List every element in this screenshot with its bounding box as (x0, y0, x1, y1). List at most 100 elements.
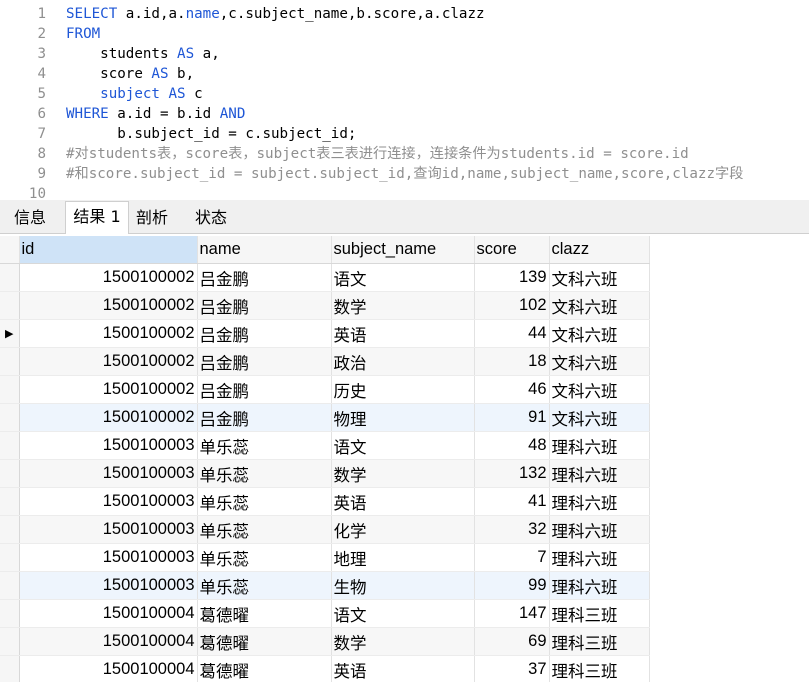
cell-name[interactable]: 吕金鹏 (197, 347, 332, 376)
cell-score[interactable]: 37 (474, 655, 550, 682)
cell-subject-name[interactable]: 生物 (331, 571, 475, 600)
cell-name[interactable]: 单乐蕊 (197, 571, 332, 600)
cell-score[interactable]: 48 (474, 431, 550, 460)
column-header-name[interactable]: name (197, 236, 332, 264)
row-indicator[interactable] (0, 403, 20, 432)
cell-clazz[interactable]: 理科六班 (549, 543, 650, 572)
cell-name[interactable]: 吕金鹏 (197, 319, 332, 348)
cell-clazz[interactable]: 理科六班 (549, 487, 650, 516)
cell-score[interactable]: 139 (474, 263, 550, 292)
cell-id[interactable]: 1500100003 (19, 571, 198, 600)
tab-info[interactable]: 信息 (4, 203, 56, 232)
code-line[interactable]: 10 (0, 184, 809, 200)
cell-id[interactable]: 1500100004 (19, 599, 198, 628)
cell-score[interactable]: 132 (474, 459, 550, 488)
table-row[interactable]: 1500100003 单乐蕊 英语 41 理科六班 (0, 487, 650, 516)
row-indicator[interactable] (0, 515, 20, 544)
cell-name[interactable]: 葛德曜 (197, 599, 332, 628)
cell-score[interactable]: 32 (474, 515, 550, 544)
cell-name[interactable]: 吕金鹏 (197, 291, 332, 320)
cell-name[interactable]: 葛德曜 (197, 655, 332, 682)
cell-subject-name[interactable]: 物理 (331, 403, 475, 432)
column-header-score[interactable]: score (474, 236, 550, 264)
table-row[interactable]: 1500100003 单乐蕊 化学 32 理科六班 (0, 515, 650, 544)
cell-clazz[interactable]: 文科六班 (549, 291, 650, 320)
cell-id[interactable]: 1500100002 (19, 291, 198, 320)
table-row[interactable]: 1500100004 葛德曜 数学 69 理科三班 (0, 627, 650, 656)
code-line[interactable]: 5 subject AS c (0, 84, 809, 104)
cell-id[interactable]: 1500100003 (19, 543, 198, 572)
row-indicator[interactable] (0, 291, 20, 320)
cell-clazz[interactable]: 理科三班 (549, 627, 650, 656)
tab-profile[interactable]: 剖析 (128, 203, 176, 232)
table-row[interactable]: 1500100003 单乐蕊 数学 132 理科六班 (0, 459, 650, 488)
cell-score[interactable]: 44 (474, 319, 550, 348)
table-row[interactable]: 1500100002 吕金鹏 语文 139 文科六班 (0, 263, 650, 292)
cell-clazz[interactable]: 文科六班 (549, 347, 650, 376)
tab-status[interactable]: 状态 (184, 203, 238, 232)
cell-subject-name[interactable]: 语文 (331, 431, 475, 460)
cell-id[interactable]: 1500100003 (19, 431, 198, 460)
cell-name[interactable]: 吕金鹏 (197, 263, 332, 292)
table-row[interactable]: 1500100002 吕金鹏 数学 102 文科六班 (0, 291, 650, 320)
cell-score[interactable]: 69 (474, 627, 550, 656)
cell-name[interactable]: 单乐蕊 (197, 431, 332, 460)
row-indicator[interactable] (0, 459, 20, 488)
cell-clazz[interactable]: 文科六班 (549, 375, 650, 404)
cell-name[interactable]: 单乐蕊 (197, 543, 332, 572)
cell-id[interactable]: 1500100002 (19, 403, 198, 432)
cell-id[interactable]: 1500100004 (19, 627, 198, 656)
table-row[interactable]: 1500100002 吕金鹏 政治 18 文科六班 (0, 347, 650, 376)
cell-name[interactable]: 葛德曜 (197, 627, 332, 656)
column-header-subject-name[interactable]: subject_name (331, 236, 475, 264)
table-row[interactable]: 1500100002 吕金鹏 物理 91 文科六班 (0, 403, 650, 432)
cell-clazz[interactable]: 理科六班 (549, 459, 650, 488)
code-line[interactable]: 2 FROM (0, 24, 809, 44)
table-row[interactable]: 1500100003 单乐蕊 语文 48 理科六班 (0, 431, 650, 460)
cell-clazz[interactable]: 文科六班 (549, 263, 650, 292)
cell-name[interactable]: 单乐蕊 (197, 487, 332, 516)
code-line[interactable]: 7 b.subject_id = c.subject_id; (0, 124, 809, 144)
current-row-indicator-icon[interactable]: ▶ (0, 319, 20, 348)
cell-id[interactable]: 1500100002 (19, 347, 198, 376)
cell-subject-name[interactable]: 英语 (331, 319, 475, 348)
cell-score[interactable]: 99 (474, 571, 550, 600)
cell-score[interactable]: 91 (474, 403, 550, 432)
cell-subject-name[interactable]: 地理 (331, 543, 475, 572)
cell-clazz[interactable]: 理科三班 (549, 655, 650, 682)
cell-id[interactable]: 1500100002 (19, 375, 198, 404)
cell-id[interactable]: 1500100002 (19, 263, 198, 292)
cell-id[interactable]: 1500100003 (19, 487, 198, 516)
cell-clazz[interactable]: 理科六班 (549, 515, 650, 544)
column-header-clazz[interactable]: clazz (549, 236, 650, 264)
table-row[interactable]: 1500100003 单乐蕊 生物 99 理科六班 (0, 571, 650, 600)
cell-score[interactable]: 41 (474, 487, 550, 516)
cell-name[interactable]: 吕金鹏 (197, 403, 332, 432)
cell-id[interactable]: 1500100003 (19, 515, 198, 544)
row-indicator[interactable] (0, 487, 20, 516)
code-line[interactable]: 9 #和score.subject_id = subject.subject_id… (0, 164, 809, 184)
cell-name[interactable]: 单乐蕊 (197, 515, 332, 544)
code-line[interactable]: 8 #对students表，score表，subject表三表进行连接，连接条件为… (0, 144, 809, 164)
cell-clazz[interactable]: 理科三班 (549, 599, 650, 628)
row-indicator[interactable] (0, 347, 20, 376)
row-indicator[interactable] (0, 655, 20, 682)
table-row[interactable]: 1500100002 吕金鹏 历史 46 文科六班 (0, 375, 650, 404)
row-indicator[interactable] (0, 543, 20, 572)
cell-clazz[interactable]: 文科六班 (549, 403, 650, 432)
row-indicator[interactable] (0, 599, 20, 628)
sql-editor[interactable]: 1 SELECT a.id,a.name,c.subject_name,b.sco… (0, 0, 809, 200)
cell-subject-name[interactable]: 化学 (331, 515, 475, 544)
table-row[interactable]: 1500100004 葛德曜 语文 147 理科三班 (0, 599, 650, 628)
cell-id[interactable]: 1500100002 (19, 319, 198, 348)
cell-subject-name[interactable]: 政治 (331, 347, 475, 376)
row-indicator[interactable] (0, 431, 20, 460)
cell-score[interactable]: 7 (474, 543, 550, 572)
result-grid[interactable]: id name subject_name score clazz 1500100… (0, 236, 809, 682)
row-indicator[interactable] (0, 263, 20, 292)
cell-subject-name[interactable]: 历史 (331, 375, 475, 404)
row-indicator[interactable] (0, 571, 20, 600)
row-indicator[interactable] (0, 627, 20, 656)
row-indicator[interactable] (0, 375, 20, 404)
code-line[interactable]: 3 students AS a, (0, 44, 809, 64)
